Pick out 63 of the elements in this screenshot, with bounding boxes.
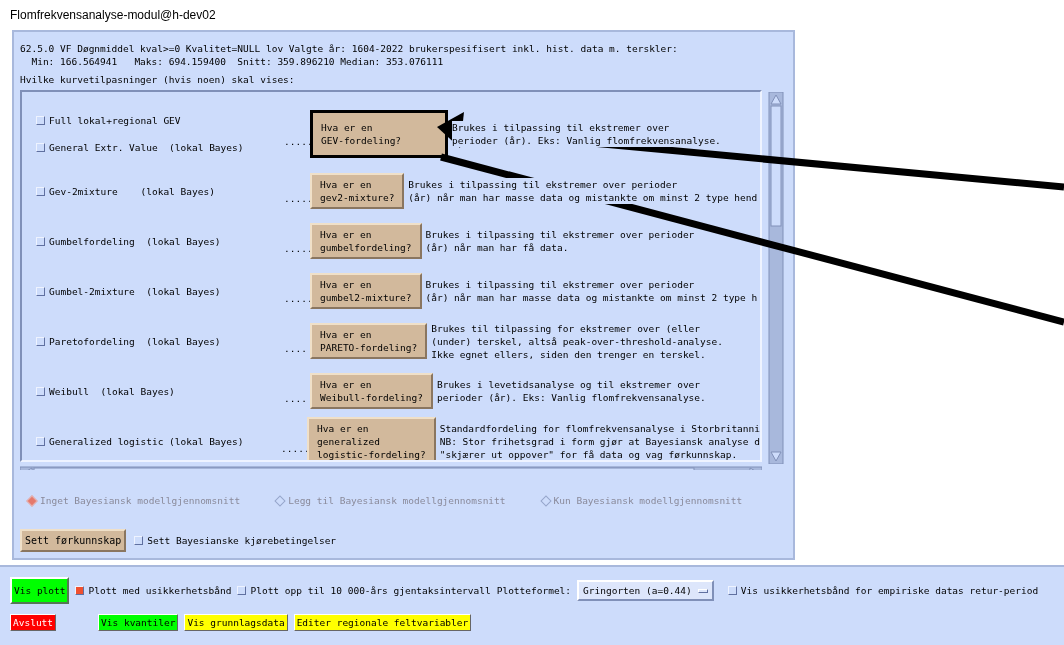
checkbox[interactable] xyxy=(134,536,144,545)
prior-button[interactable]: Sett førkunnskap xyxy=(20,529,127,552)
dots-text: ..... xyxy=(284,191,310,205)
checkbox[interactable] xyxy=(36,286,45,296)
dots-text: .... xyxy=(284,391,308,405)
question-text: Hvilke kurvetilpasninger (hvis noen) skal vises: xyxy=(20,73,296,86)
description-text: Brukes i tilpassing til ekstremer over perioder (år) når man har få data. xyxy=(425,228,695,254)
dots-text: .... xyxy=(284,341,308,355)
info-button[interactable]: Hva er en GEV-fordeling? xyxy=(310,110,448,158)
info-button[interactable]: Hva er en generalized logistic-fordeling? xyxy=(307,416,436,460)
dots-text: ..... xyxy=(284,241,310,255)
radio-label: Legg til Bayesiansk modellgjennomsnitt xyxy=(288,494,506,507)
distribution-label: Full lokal+regional GEV xyxy=(49,114,181,127)
distribution-label: Gev-2mixture (lokal Bayes) xyxy=(49,184,215,198)
description-text: Brukes i tilpassing til ekstremer over perioder (år) når man har masse data og mistankte om minst 2 type hend xyxy=(408,178,758,204)
action-button[interactable]: Avslutt xyxy=(10,614,57,631)
info-button[interactable]: Hva er en gumbel2-mixture? xyxy=(310,273,422,309)
summary-text: 62.5.0 VF Døgnmiddel kval>=0 Kvalitet=NULL lov Valgte år: 1604-2022 brukerspesifisert inkl. hist. data m. terskler: xyxy=(20,42,679,55)
description-text: Brukes til tilpassing for ekstremer over (eller (under) terskel, altså peak-over-threshold-analyse. Ikke egnet ellers, siden den trenger en terskel. xyxy=(431,321,723,361)
checkbox-label: Sett Bayesianske kjørebetingelser xyxy=(147,534,337,547)
checkbox[interactable] xyxy=(36,116,45,125)
checkbox[interactable] xyxy=(727,586,737,595)
checkbox[interactable] xyxy=(36,143,45,152)
description-text: Brukes i tilpassing til ekstremer over perioder (år). Eks: Vanlig flomfrekvensanalyse. xyxy=(452,121,721,147)
action-button[interactable]: Editer regionale feltvariabler xyxy=(293,614,472,631)
summary-text: Min: 166.564941 Maks: 694.159400 Snitt: 359.896210 Median: 353.076111 xyxy=(30,55,445,68)
checkbox[interactable] xyxy=(75,586,85,595)
dropdown-indicator-icon xyxy=(697,588,708,593)
formula-dropdown[interactable]: Gringorten (a=0.44) xyxy=(577,580,714,601)
action-button[interactable]: Vis kvantiler xyxy=(98,614,179,631)
checkbox-label: Plott med usikkerhetsbånd xyxy=(88,584,232,597)
distribution-label: Weibull (lokal Bayes) xyxy=(49,384,175,398)
info-button[interactable]: Hva er en PARETO-fordeling? xyxy=(310,323,428,359)
plot-button[interactable]: Vis plott xyxy=(10,577,70,604)
vertical-scrollbar[interactable] xyxy=(768,92,784,464)
checkbox[interactable] xyxy=(36,436,45,446)
checkbox-label: Vis usikkerhetsbånd for empiriske datas retur-period xyxy=(740,584,1039,597)
distribution-label: Generalized logistic (lokal Bayes) xyxy=(49,434,244,448)
info-button[interactable]: Hva er en gumbelfordeling? xyxy=(310,223,422,259)
checkbox[interactable] xyxy=(36,186,45,196)
description-text: Standardfordeling for flomfrekvensanalyse i Storbritanni NB: Stor frihetsgrad i form gjør at Bayesiansk analyse d "skjærer ut oppover" for få data og vag førkunnskap. xyxy=(439,421,760,460)
action-button[interactable]: Vis grunnlagsdata xyxy=(184,614,288,631)
checkbox-label: Plott opp til 10 000-års gjentaksintervall xyxy=(250,584,491,597)
checkbox[interactable] xyxy=(237,586,247,595)
radio-label: Inget Bayesiansk modellgjennomsnitt xyxy=(40,494,241,507)
description-text: Brukes i tilpassing til ekstremer over perioder (år) når man har masse data og mistankte om minst 2 type h xyxy=(425,278,758,304)
checkbox[interactable] xyxy=(36,236,45,246)
radio-label: Kun Bayesiansk modellgjennomsnitt xyxy=(553,494,743,507)
dots-text: ..... xyxy=(281,441,308,455)
dots-text: ..... xyxy=(284,291,310,305)
formula-label: Plotteformel: xyxy=(496,584,572,597)
description-text: Brukes i levetidsanalyse og til ekstremer over perioder (år). Eks: Vanlig flomfrekvensanalyse. xyxy=(436,378,706,404)
window-title: Flomfrekvensanalyse-modul@h-dev02 xyxy=(10,8,216,22)
checkbox[interactable] xyxy=(36,386,45,396)
dots-text: ..... xyxy=(284,134,310,148)
horizontal-scrollbar[interactable] xyxy=(20,466,762,470)
distribution-label: Paretofordeling (lokal Bayes) xyxy=(49,334,221,348)
distribution-label: General Extr. Value (lokal Bayes) xyxy=(49,141,244,154)
checkbox[interactable] xyxy=(36,336,45,346)
info-button[interactable]: Hva er en Weibull-fordeling? xyxy=(310,373,433,409)
distribution-label: Gumbel-2mixture (lokal Bayes) xyxy=(49,284,221,298)
distribution-label: Gumbelfordeling (lokal Bayes) xyxy=(49,234,221,248)
info-button[interactable]: Hva er en gev2-mixture? xyxy=(310,173,405,209)
